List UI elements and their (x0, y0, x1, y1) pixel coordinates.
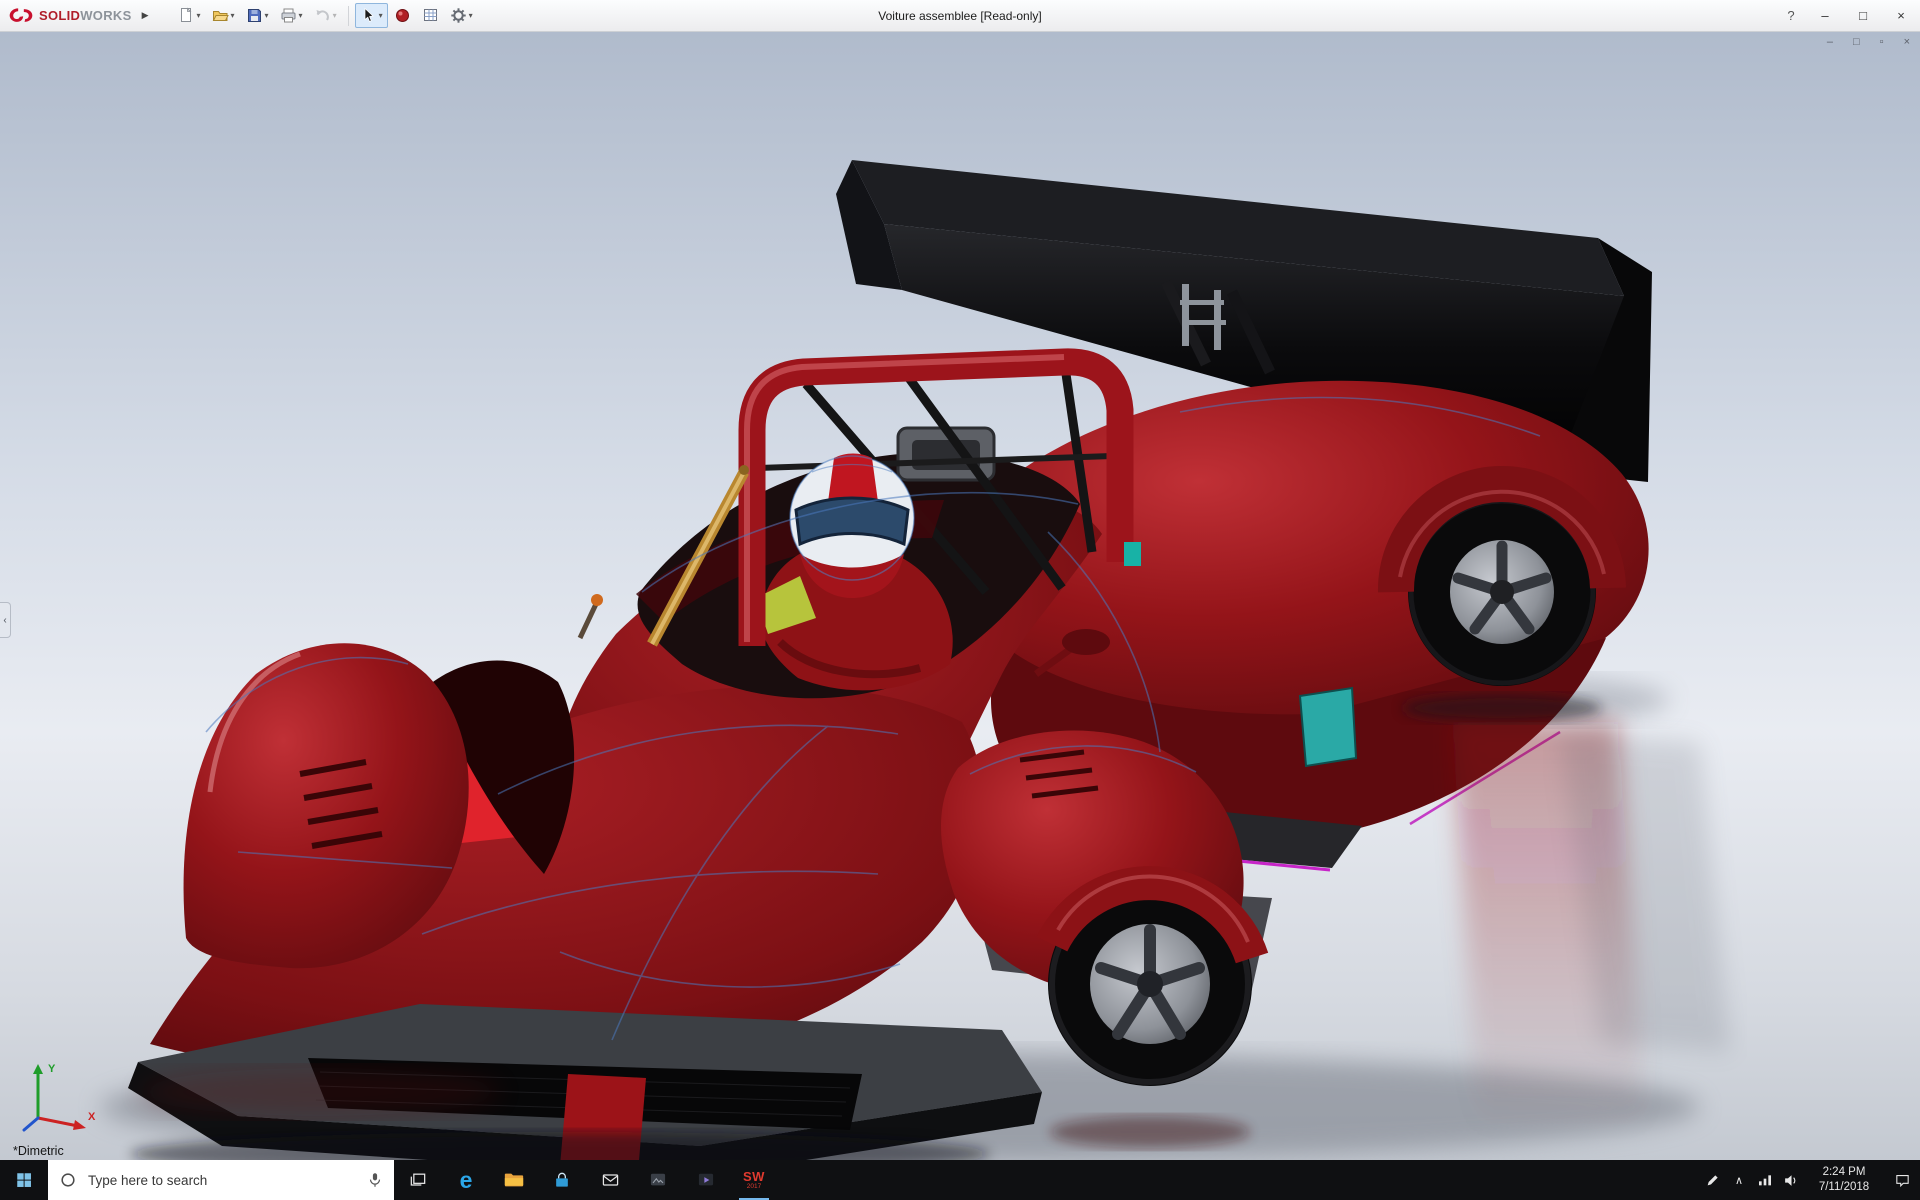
close-button[interactable]: × (1882, 0, 1920, 32)
clock-time: 2:24 PM (1822, 1166, 1866, 1179)
taskbar: e (0, 1160, 1920, 1200)
dropdown-arrow[interactable]: ▾ (469, 11, 473, 20)
minimize-button[interactable]: – (1806, 0, 1844, 32)
cyan-detail (1124, 542, 1141, 566)
sw-icon-text: SW (743, 1168, 765, 1184)
undo-icon (316, 10, 329, 21)
document-title: Voiture assemblee [Read-only] (878, 8, 1042, 23)
solidworks-window: SOLIDWORKS ▶ ▾ ▾ ▾ ▾ ▾ ▾ ▾ Voiture assem… (0, 0, 1920, 1200)
print-icon (281, 8, 296, 23)
graphics-viewport: – □ ▫ × ‹ *Dimetric Y X (0, 32, 1920, 1160)
taskbar-search[interactable] (48, 1160, 394, 1200)
pen-icon (1707, 1175, 1718, 1186)
brand-works: WORKS (80, 8, 132, 23)
task-view-button[interactable] (394, 1160, 442, 1200)
new-document-icon (180, 7, 191, 22)
volume-tray-button[interactable] (1778, 1160, 1804, 1200)
select-cursor-icon (364, 7, 374, 22)
options-button[interactable]: ▾ (445, 3, 478, 28)
view-orientation-label: *Dimetric (13, 1144, 64, 1158)
network-tray-button[interactable] (1752, 1160, 1778, 1200)
clock-date: 7/11/2018 (1818, 1181, 1870, 1193)
taskbar-clock[interactable]: 2:24 PM 7/11/2018 (1804, 1165, 1884, 1195)
task-view-icon (410, 1173, 426, 1186)
open-folder-icon (212, 11, 229, 21)
standard-toolbar: ▾ ▾ ▾ ▾ ▾ ▾ ▾ (173, 3, 478, 28)
store-bag-icon (556, 1172, 568, 1187)
action-center-button[interactable] (1884, 1160, 1920, 1200)
edge-icon: e (459, 1166, 473, 1193)
open-button[interactable]: ▾ (207, 3, 240, 28)
notification-icon (1895, 1174, 1909, 1187)
side-mirror (1062, 629, 1110, 655)
triad-x-label: X (88, 1111, 96, 1123)
window-controls: ? – □ × (1776, 0, 1920, 32)
solidworks-logo: SOLIDWORKS (0, 7, 136, 24)
save-icon (247, 9, 261, 22)
sw-icon-year: 2017 (746, 1182, 762, 1190)
dropdown-arrow[interactable]: ▾ (231, 11, 235, 20)
solidworks-app-icon: SW 2017 (743, 1170, 765, 1191)
help-button[interactable]: ? (1776, 0, 1806, 32)
photos-app-icon (650, 1173, 666, 1186)
doc-minimize-button[interactable]: – (1825, 35, 1835, 50)
triad-y-label: Y (48, 1063, 56, 1075)
dropdown-arrow[interactable]: ▾ (333, 11, 337, 20)
media-app-button[interactable] (682, 1160, 730, 1200)
print-button[interactable]: ▾ (275, 3, 308, 28)
search-input[interactable] (86, 1171, 358, 1189)
folder-icon (504, 1173, 524, 1187)
search-icon (61, 1173, 75, 1187)
dropdown-arrow[interactable]: ▾ (197, 11, 201, 20)
doc-close-button[interactable]: × (1902, 35, 1912, 50)
appearance-ball-icon (395, 9, 409, 22)
save-button[interactable]: ▾ (241, 3, 274, 28)
hidden-icons-button[interactable]: ∧ (1726, 1160, 1752, 1200)
windows-logo-icon (17, 1173, 31, 1187)
dropdown-arrow[interactable]: ▾ (299, 11, 303, 20)
3ds-logo-icon (9, 8, 33, 22)
drawing-sheet-button[interactable] (417, 3, 444, 28)
file-explorer-button[interactable] (490, 1160, 538, 1200)
appearance-button[interactable] (389, 3, 416, 28)
drawing-sheet-icon (423, 9, 437, 21)
gear-icon (450, 8, 466, 23)
orientation-triad[interactable]: Y X (16, 1056, 108, 1138)
maximize-button[interactable]: □ (1844, 0, 1882, 32)
mail-envelope-icon (602, 1174, 618, 1186)
mail-button[interactable] (586, 1160, 634, 1200)
edge-browser-button[interactable]: e (442, 1160, 490, 1200)
volume-icon (1784, 1174, 1795, 1186)
undo-button[interactable]: ▾ (309, 3, 342, 28)
panel-collapse-tab[interactable]: ‹ (0, 602, 11, 638)
brand-text: SOLIDWORKS (39, 8, 132, 23)
document-window-controls: – □ ▫ × (1825, 35, 1912, 50)
photos-app-button[interactable] (634, 1160, 682, 1200)
store-button[interactable] (538, 1160, 586, 1200)
new-document-button[interactable]: ▾ (173, 3, 206, 28)
dropdown-arrow[interactable]: ▾ (379, 11, 383, 20)
system-tray: ∧ 2:24 PM 7/11/2018 (1700, 1160, 1920, 1200)
network-icon (1759, 1175, 1771, 1186)
dropdown-arrow[interactable]: ▾ (265, 11, 269, 20)
title-bar: SOLIDWORKS ▶ ▾ ▾ ▾ ▾ ▾ ▾ ▾ Voiture assem… (0, 0, 1920, 32)
3d-scene[interactable] (0, 32, 1920, 1160)
doc-restore-button[interactable]: □ (1851, 35, 1862, 50)
start-button[interactable] (0, 1160, 48, 1200)
brand-solid: SOLID (39, 8, 81, 23)
pen-tray-button[interactable] (1700, 1160, 1726, 1200)
select-button[interactable]: ▾ (354, 3, 388, 28)
doc-new-window-button[interactable]: ▫ (1878, 35, 1886, 50)
solidworks-taskbar-button[interactable]: SW 2017 (730, 1160, 778, 1200)
microphone-icon[interactable] (366, 1170, 384, 1190)
media-app-icon (698, 1173, 714, 1186)
toolbar-separator (347, 5, 349, 26)
menu-flyout-arrow[interactable]: ▶ (142, 10, 149, 21)
